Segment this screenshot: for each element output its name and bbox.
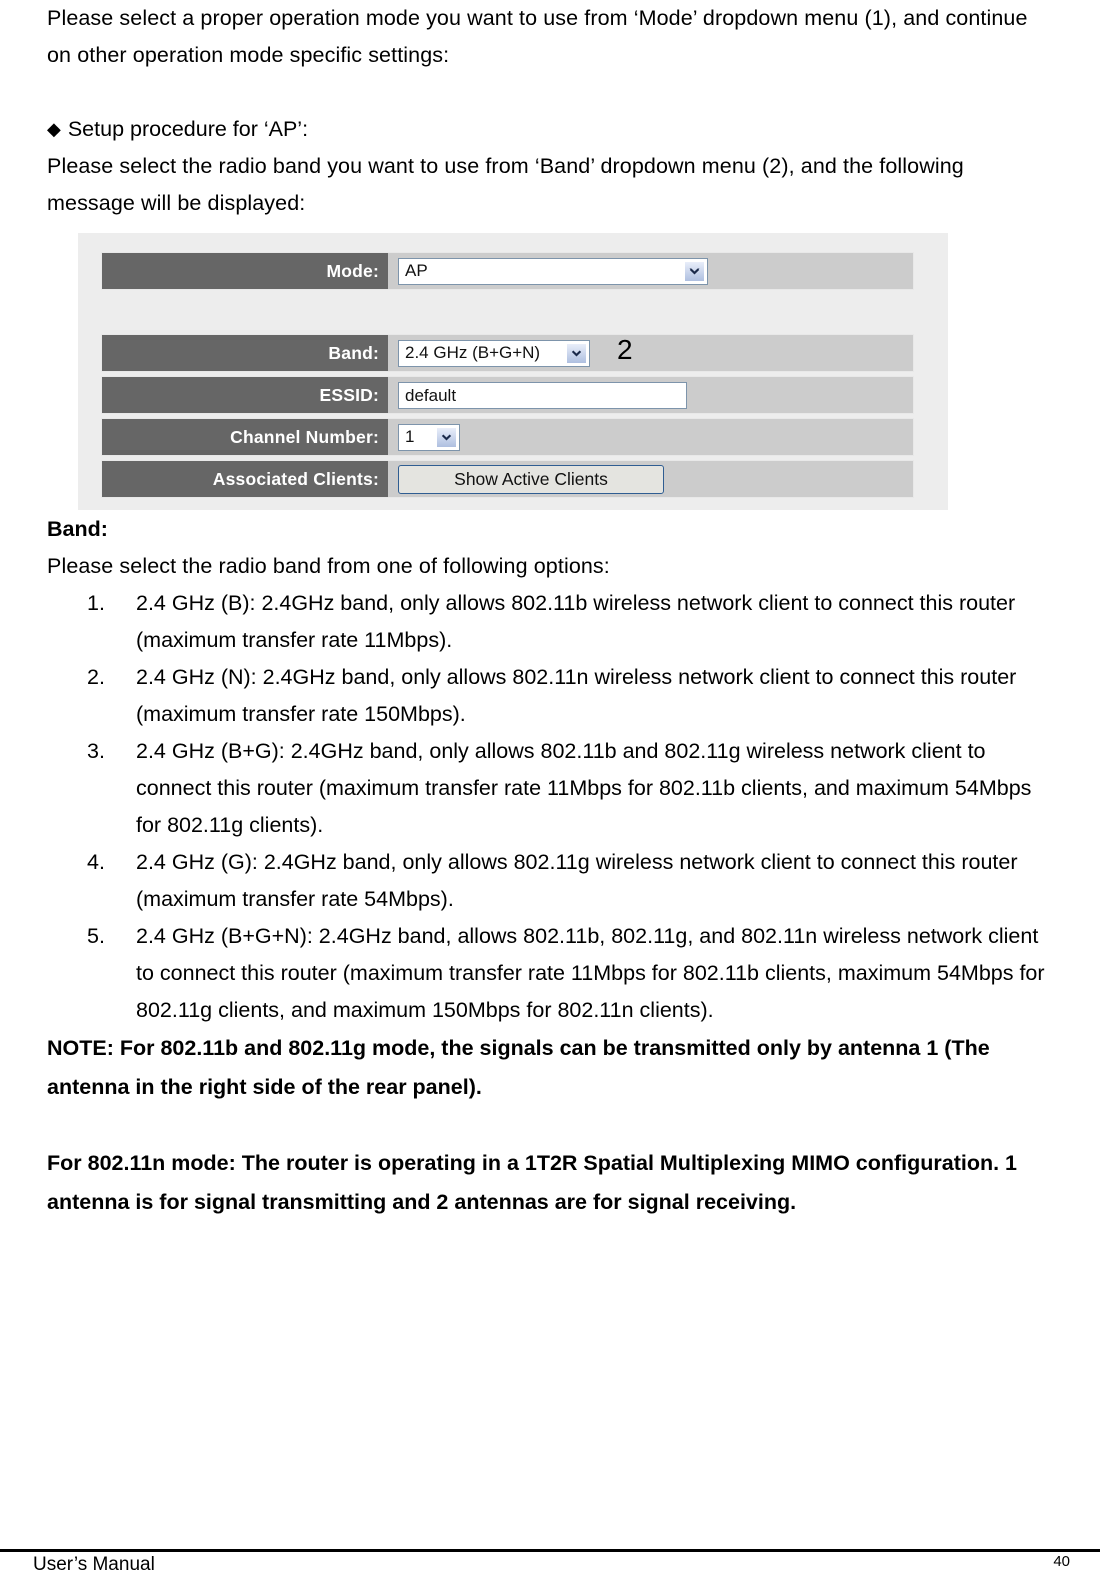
intro-paragraph: Please select a proper operation mode yo…: [47, 6, 1028, 67]
channel-number-label: Channel Number:: [102, 419, 388, 455]
bullet-body-paragraph: Please select the radio band you want to…: [47, 154, 964, 215]
callout-number-2: 2: [617, 334, 633, 365]
list-item-number: 1.: [87, 591, 105, 615]
list-item-text: 2.4 GHz (N): 2.4GHz band, only allows 80…: [136, 665, 1017, 726]
mode-value-cell: AP: [398, 253, 708, 289]
band-options-list: 1. 2.4 GHz (B): 2.4GHz band, only allows …: [47, 585, 1057, 1029]
list-item: 1. 2.4 GHz (B): 2.4GHz band, only allows …: [47, 585, 1057, 659]
show-active-clients-button[interactable]: Show Active Clients: [398, 464, 664, 494]
settings-row-essid: ESSID: default: [101, 376, 914, 414]
settings-row-band: Band: 2.4 GHz (B+G+N): [101, 334, 914, 372]
associated-clients-value-cell: Show Active Clients: [398, 461, 664, 497]
mode-select[interactable]: AP: [398, 257, 708, 285]
bullet-heading-line: ◆ Setup procedure for ‘AP’:: [47, 111, 1057, 148]
footer-divider: [0, 1549, 1100, 1552]
footer-page-number: 40: [1053, 1553, 1070, 1570]
document-body: Please select a proper operation mode yo…: [47, 0, 1057, 1222]
chevron-down-icon[interactable]: [684, 260, 705, 282]
list-item-number: 2.: [87, 665, 105, 689]
settings-row-channel-number: Channel Number: 1: [101, 418, 914, 456]
list-item-number: 3.: [87, 739, 105, 763]
settings-row-mode: Mode: AP: [101, 252, 914, 290]
list-item-text: 2.4 GHz (B+G): 2.4GHz band, only allows …: [136, 739, 1032, 837]
chevron-down-icon[interactable]: [436, 426, 457, 448]
essid-input[interactable]: default: [398, 381, 687, 409]
mode-select-value: AP: [405, 261, 428, 280]
band-intro-paragraph: Please select the radio band from one of…: [47, 554, 610, 578]
associated-clients-label: Associated Clients:: [102, 461, 388, 497]
settings-table: Mode: AP Band: 2.4 GHz (B+G+N) ESSID: de…: [101, 252, 916, 498]
channel-number-select[interactable]: 1: [398, 423, 460, 451]
list-item: 4. 2.4 GHz (G): 2.4GHz band, only allows …: [47, 844, 1057, 918]
band-value-cell: 2.4 GHz (B+G+N): [398, 335, 590, 371]
band-select[interactable]: 2.4 GHz (B+G+N): [398, 339, 590, 367]
channel-number-value-cell: 1: [398, 419, 460, 455]
band-select-value: 2.4 GHz (B+G+N): [405, 343, 541, 362]
list-item-text: 2.4 GHz (G): 2.4GHz band, only allows 80…: [136, 850, 1018, 911]
list-item: 2. 2.4 GHz (N): 2.4GHz band, only allows …: [47, 659, 1057, 733]
settings-row-associated-clients: Associated Clients: Show Active Clients: [101, 460, 914, 498]
mimo-paragraph: For 802.11n mode: The router is operatin…: [47, 1151, 1018, 1214]
mode-label: Mode:: [102, 253, 388, 289]
list-item-number: 5.: [87, 924, 105, 948]
diamond-bullet-icon: ◆: [47, 119, 61, 139]
footer-manual-label: User’s Manual: [33, 1554, 155, 1575]
list-item-number: 4.: [87, 850, 105, 874]
essid-value-cell: default: [398, 377, 687, 413]
router-settings-screenshot: Mode: AP Band: 2.4 GHz (B+G+N) ESSID: de…: [78, 233, 948, 510]
band-label: Band:: [102, 335, 388, 371]
essid-label: ESSID:: [102, 377, 388, 413]
chevron-down-icon[interactable]: [566, 342, 587, 364]
channel-number-select-value: 1: [405, 427, 415, 446]
list-item: 5. 2.4 GHz (B+G+N): 2.4GHz band, allows 8…: [47, 918, 1057, 1029]
document-page: Please select a proper operation mode yo…: [0, 0, 1100, 1578]
list-item: 3. 2.4 GHz (B+G): 2.4GHz band, only allow…: [47, 733, 1057, 844]
note-paragraph: NOTE: For 802.11b and 802.11g mode, the …: [47, 1036, 990, 1099]
list-item-text: 2.4 GHz (B+G+N): 2.4GHz band, allows 802…: [136, 924, 1045, 1022]
bullet-heading-text: Setup procedure for ‘AP’:: [67, 117, 309, 141]
band-heading: Band:: [47, 517, 108, 541]
list-item-text: 2.4 GHz (B): 2.4GHz band, only allows 80…: [136, 591, 1016, 652]
